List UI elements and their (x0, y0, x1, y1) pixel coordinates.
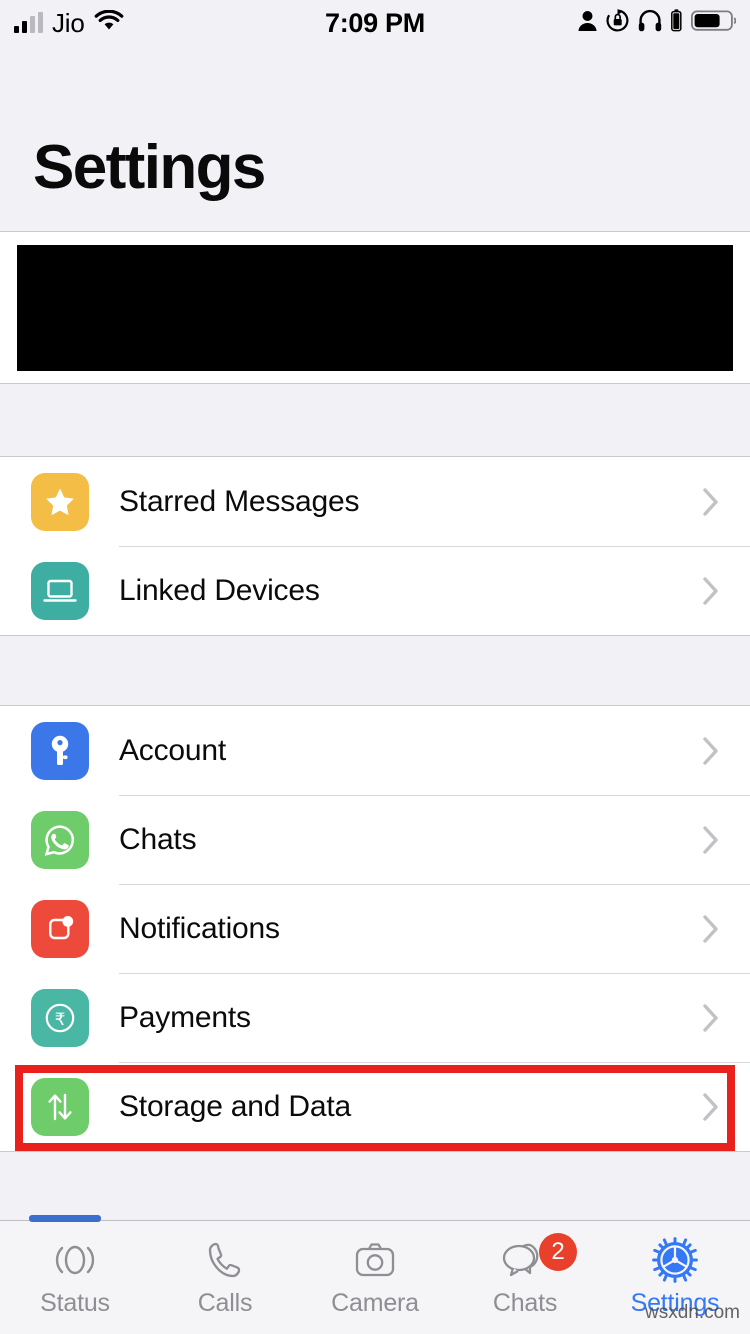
settings-section-starred-linked: Starred Messages Linked Devices (0, 456, 750, 636)
data-transfer-arrows-icon (31, 1077, 89, 1136)
camera-icon (352, 1237, 398, 1283)
status-bar: Jio 7:09 PM (0, 0, 750, 46)
rotation-lock-icon (606, 9, 629, 37)
accessory-battery-icon (671, 9, 682, 37)
status-ring-icon (53, 1237, 97, 1283)
tab-calls[interactable]: Calls (150, 1221, 300, 1334)
tab-camera[interactable]: Camera (300, 1221, 450, 1334)
key-icon (31, 721, 89, 780)
watermark: wsxdn.com (644, 1302, 740, 1323)
battery-icon (690, 9, 737, 37)
redaction-block (17, 245, 733, 371)
settings-section-main: Account Chats Notifications ₹ Payments S… (0, 705, 750, 1152)
settings-row-linked-devices[interactable]: Linked Devices (0, 546, 750, 635)
settings-row-label: Chats (119, 822, 197, 856)
phone-icon (203, 1237, 247, 1283)
rupee-circle-icon: ₹ (31, 988, 89, 1047)
settings-row-notifications[interactable]: Notifications (0, 884, 750, 973)
tab-label: Camera (331, 1289, 419, 1317)
phone-screen: Jio 7:09 PM Settings Starred Messages Li… (0, 0, 750, 1334)
laptop-icon (31, 561, 89, 620)
chevron-right-icon (702, 825, 720, 855)
settings-row-payments[interactable]: ₹ Payments (0, 973, 750, 1062)
settings-row-label: Payments (119, 1000, 251, 1034)
chevron-right-icon (702, 914, 720, 944)
chevron-right-icon (702, 487, 720, 517)
chevron-right-icon (702, 1092, 720, 1122)
settings-row-chats[interactable]: Chats (0, 795, 750, 884)
svg-text:₹: ₹ (55, 1010, 66, 1030)
tab-bar: Status Calls Camera 2 Chats Settings (0, 1215, 750, 1334)
page-title: Settings (33, 133, 266, 202)
status-bar-right (578, 0, 737, 46)
chevron-right-icon (702, 576, 720, 606)
tab-label: Chats (492, 1289, 558, 1317)
clock-label: 7:09 PM (325, 7, 425, 38)
nav-bar-large: Settings (0, 46, 750, 231)
settings-row-label: Starred Messages (119, 484, 360, 518)
gear-icon (651, 1237, 699, 1283)
chat-bubbles-icon: 2 (499, 1233, 577, 1283)
star-icon (31, 472, 89, 531)
tab-chats[interactable]: 2 Chats (450, 1221, 600, 1334)
settings-row-account[interactable]: Account (0, 706, 750, 795)
notification-bell-icon (31, 899, 89, 958)
settings-row-label: Account (119, 733, 226, 767)
settings-row-label: Storage and Data (119, 1089, 351, 1123)
whatsapp-icon (31, 810, 89, 869)
chevron-right-icon (702, 736, 720, 766)
settings-row-label: Notifications (119, 911, 280, 945)
chevron-right-icon (702, 1003, 720, 1033)
chats-badge: 2 (539, 1233, 577, 1271)
settings-row-starred-messages[interactable]: Starred Messages (0, 457, 750, 546)
tab-label: Status (40, 1289, 110, 1317)
tab-status[interactable]: Status (0, 1221, 150, 1334)
tab-label: Calls (197, 1289, 253, 1317)
headphones-icon (638, 9, 662, 37)
profile-row[interactable] (0, 231, 750, 384)
settings-row-storage-and-data[interactable]: Storage and Data (0, 1062, 750, 1151)
person-icon (578, 10, 597, 37)
settings-row-label: Linked Devices (119, 573, 320, 607)
